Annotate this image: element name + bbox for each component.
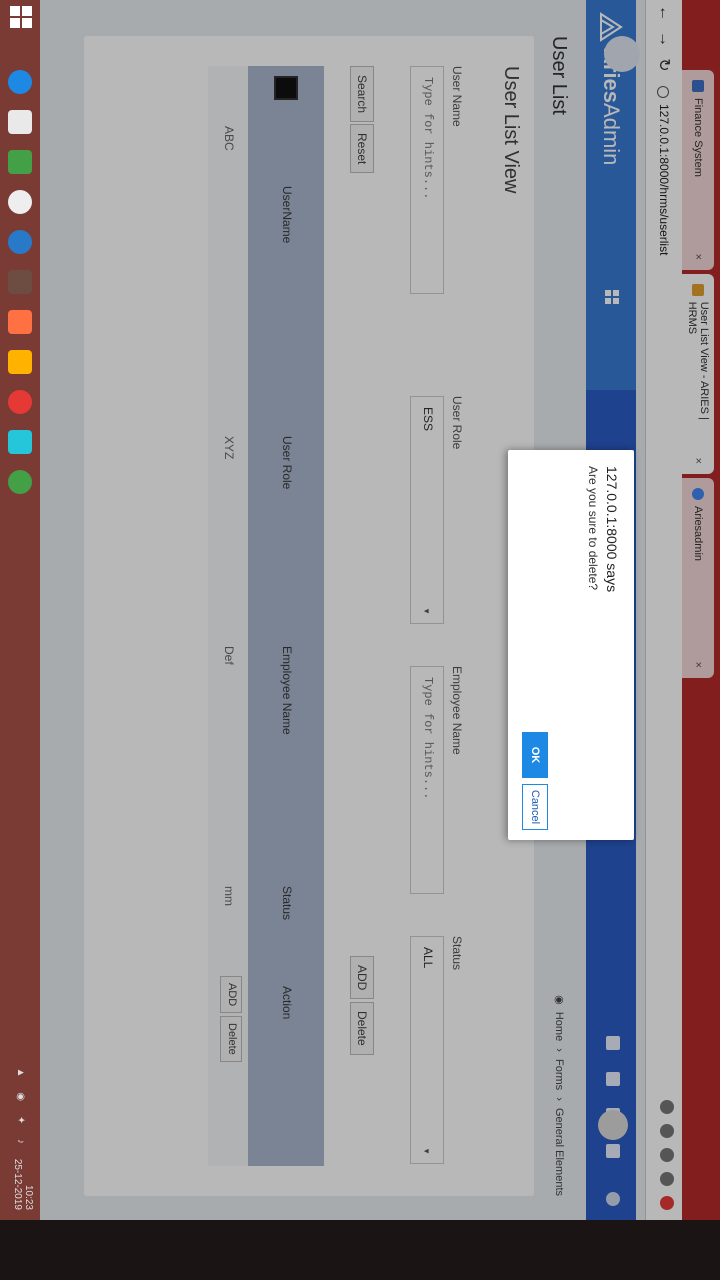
tab-title: Ariesadmin	[692, 506, 704, 562]
col-user-role: User Role	[280, 436, 294, 490]
browser-tab-bar: Finance System × User List View - ARIES …	[682, 0, 720, 1220]
sidebar-toggle[interactable]	[604, 36, 640, 72]
close-tab-icon[interactable]: ×	[692, 662, 704, 668]
google-icon	[692, 488, 704, 500]
status-value: ALL	[421, 947, 435, 969]
search-icon[interactable]	[606, 1036, 620, 1050]
breadcrumb-general-elements[interactable]: General Elements	[553, 1108, 565, 1196]
col-username: UserName	[280, 186, 294, 244]
screen: Finance System × User List View - ARIES …	[0, 0, 720, 1220]
search-button[interactable]: Search	[350, 66, 374, 123]
apps-grid-icon[interactable]	[605, 290, 619, 304]
star-icon[interactable]	[660, 1124, 674, 1138]
add-button[interactable]: ADD	[350, 956, 374, 1000]
app-icon[interactable]	[8, 270, 32, 294]
cell-status: mm	[222, 886, 236, 906]
forward-arrow-icon[interactable]: →	[655, 26, 673, 52]
cell-employee-name: Def	[222, 646, 236, 665]
chevron-down-icon: ▼	[422, 607, 431, 615]
table-header: UserName User Role Employee Name Status …	[248, 66, 324, 1166]
row-delete-button[interactable]: Delete	[220, 1016, 242, 1062]
address-bar: ← → ↻ 127.0.0.1:8000/hrms/userlist	[645, 0, 682, 1220]
extension-icon[interactable]	[660, 1148, 674, 1162]
confirm-dialog: 127.0.0.1:8000 says Are you sure to dele…	[508, 450, 634, 840]
page-tab-icon	[692, 284, 704, 296]
close-tab-icon[interactable]: ×	[692, 254, 704, 260]
user-table: UserName User Role Employee Name Status …	[208, 66, 324, 1166]
clock-time: 10:23	[23, 1184, 34, 1210]
system-tray[interactable]: ▲ ◉ ✦ ♪	[15, 1068, 26, 1150]
page-title: User List	[548, 36, 570, 115]
user-role-label: User Role	[450, 396, 464, 450]
user-role-value: ESS	[421, 407, 435, 432]
avatar[interactable]	[598, 1110, 628, 1140]
url-text: 127.0.0.1:8000/hrms/userlist	[657, 104, 671, 256]
brand-light: Admin	[599, 103, 624, 166]
whatsapp-icon[interactable]	[8, 470, 32, 494]
user-list-card: User List View User Name Type for hints.…	[84, 36, 534, 1196]
chevron-down-icon: ▼	[422, 1147, 431, 1155]
chrome-icon[interactable]	[8, 390, 32, 414]
upload-icon[interactable]	[8, 110, 32, 134]
windows-start-icon[interactable]	[10, 6, 32, 28]
finance-tab-icon	[692, 80, 704, 92]
user-role-select[interactable]: ESS ▼	[410, 396, 444, 624]
ok-button[interactable]: OK	[522, 732, 548, 778]
close-tab-icon[interactable]: ×	[692, 458, 704, 464]
reload-icon[interactable]: ↻	[654, 52, 674, 78]
tab-user-list[interactable]: User List View - ARIES | HRMS ×	[682, 274, 714, 474]
store-icon[interactable]	[8, 150, 32, 174]
info-icon	[657, 86, 670, 98]
update-icon[interactable]	[660, 1196, 674, 1210]
sublime-icon[interactable]	[8, 350, 32, 374]
hp-icon[interactable]	[8, 230, 32, 254]
main-content: User List ◉ Home › Forms › General Eleme…	[70, 36, 570, 1196]
dialog-title: 127.0.0.1:8000 says	[604, 466, 620, 593]
edge-icon[interactable]	[8, 70, 32, 94]
url-field[interactable]: 127.0.0.1:8000/hrms/userlist	[657, 86, 671, 255]
mail-icon[interactable]	[606, 1072, 620, 1086]
employee-name-label: Employee Name	[450, 666, 464, 755]
flag-icon[interactable]	[606, 1144, 620, 1158]
col-status: Status	[280, 886, 294, 921]
profile-icon[interactable]	[660, 1172, 674, 1186]
zoom-icon[interactable]	[660, 1100, 674, 1114]
tab-title: Finance System	[692, 98, 704, 177]
employee-name-input[interactable]: Type for hints...	[410, 666, 444, 894]
vscode-icon[interactable]	[8, 430, 32, 454]
cell-username: ABC	[222, 126, 236, 151]
header-icons	[606, 1036, 620, 1180]
tab-title: User List View - ARIES | HRMS	[686, 301, 710, 420]
camera-icon[interactable]	[8, 190, 32, 214]
home-icon: ◉	[553, 995, 565, 1005]
breadcrumb-home[interactable]: Home	[553, 1012, 565, 1041]
clock-date: 25-12-2019	[12, 1158, 23, 1210]
user-name-input[interactable]: Type for hints...	[410, 66, 444, 294]
clock[interactable]: 10:23 25-12-2019	[12, 1159, 34, 1210]
settings-gear-icon[interactable]	[606, 1192, 620, 1206]
app-icon-2[interactable]	[8, 310, 32, 334]
table-row: ABC XYZ Def mm ADD Delete	[208, 66, 248, 1166]
user-name-label: User Name	[450, 66, 464, 127]
delete-button[interactable]: Delete	[350, 1002, 374, 1055]
cancel-button[interactable]: Cancel	[522, 784, 548, 830]
select-all-checkbox[interactable]	[274, 76, 298, 100]
status-label: Status	[450, 936, 464, 971]
col-employee-name: Employee Name	[280, 646, 294, 735]
browser-actions	[660, 1100, 674, 1210]
breadcrumb-forms[interactable]: Forms	[553, 1059, 565, 1090]
tab-finance-system[interactable]: Finance System ×	[682, 70, 714, 270]
col-action: Action	[280, 986, 294, 1020]
status-select[interactable]: ALL ▼	[410, 936, 444, 1164]
back-arrow-icon[interactable]: ←	[655, 0, 673, 26]
card-title: User List View	[500, 66, 522, 194]
cell-user-role: XYZ	[222, 436, 236, 460]
row-add-button[interactable]: ADD	[220, 976, 242, 1014]
tab-ariesadmin[interactable]: Ariesadmin ×	[682, 478, 714, 678]
dialog-message: Are you sure to delete?	[586, 466, 600, 591]
breadcrumb: ◉ Home › Forms › General Elements	[553, 995, 565, 1196]
reset-button[interactable]: Reset	[350, 124, 374, 174]
taskbar: ▲ ◉ ✦ ♪ 10:23 25-12-2019	[0, 0, 40, 1220]
